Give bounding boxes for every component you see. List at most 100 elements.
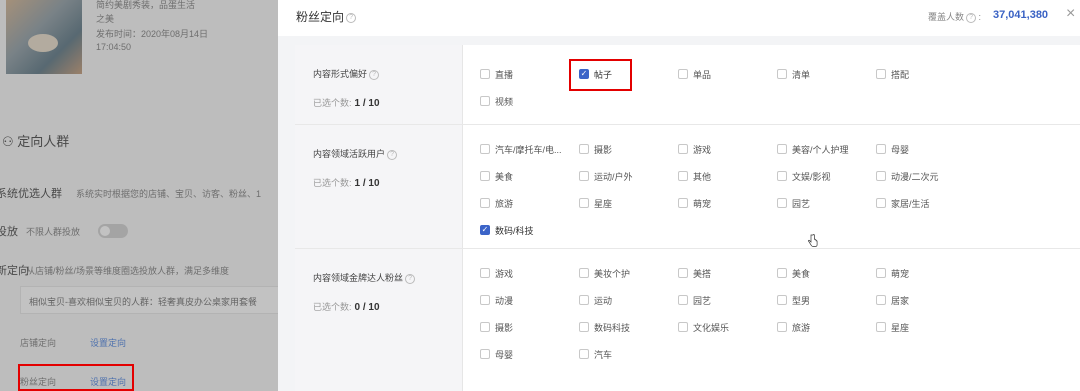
option-pets[interactable]: 萌宠	[678, 197, 711, 209]
option-entertainment[interactable]: 文娱/影视	[777, 170, 831, 182]
checkbox[interactable]	[876, 144, 886, 154]
option-gardening[interactable]: 园艺	[777, 197, 810, 209]
option-digital-tech[interactable]: 数码科技	[579, 321, 630, 333]
drawer-title: 粉丝定向?	[296, 8, 357, 25]
help-icon[interactable]: ?	[369, 69, 380, 80]
help-icon[interactable]: ?	[405, 273, 416, 284]
checkbox[interactable]	[579, 144, 589, 154]
option-anime[interactable]: 动漫/二次元	[876, 170, 939, 182]
checkbox[interactable]	[480, 144, 490, 154]
section-label: 内容形式偏好?	[313, 67, 380, 80]
option-beauty-care[interactable]: 美容/个人护理	[777, 143, 849, 155]
targeting-panel: 内容形式偏好? 已选个数:1 / 10 直播 帖子 单品 清单 搭配 视频 内容…	[295, 45, 1080, 391]
option-constellation[interactable]: 星座	[876, 321, 909, 333]
option-food[interactable]: 美食	[777, 267, 810, 279]
section-side: 内容领域活跃用户? 已选个数: 1 / 10	[295, 125, 463, 248]
checkbox[interactable]	[777, 198, 787, 208]
checkbox[interactable]	[876, 268, 886, 278]
checkbox[interactable]	[480, 171, 490, 181]
checkbox[interactable]	[678, 198, 688, 208]
highlight-fan-targeting	[18, 364, 134, 391]
checkbox[interactable]	[480, 322, 490, 332]
option-sports-outdoor[interactable]: 运动/户外	[579, 170, 633, 182]
checkbox[interactable]	[678, 171, 688, 181]
checkbox[interactable]	[678, 322, 688, 332]
option-live[interactable]: 直播	[480, 68, 513, 80]
checkbox[interactable]	[480, 69, 490, 79]
section-label: 内容领域活跃用户?	[313, 147, 398, 160]
checkbox[interactable]	[480, 198, 490, 208]
section-active-users: 内容领域活跃用户? 已选个数: 1 / 10 汽车/摩托车/电... 摄影 游戏 …	[295, 125, 1080, 249]
drawer-header: 粉丝定向? 覆盖人数? : 37,041,380 ×	[278, 0, 1080, 36]
checkbox[interactable]	[876, 69, 886, 79]
checkbox[interactable]	[480, 295, 490, 305]
option-constellation[interactable]: 星座	[579, 197, 612, 209]
checkbox[interactable]	[480, 225, 490, 235]
selected-count: 已选个数: 1 / 10	[313, 98, 380, 109]
option-mother-baby[interactable]: 母婴	[876, 143, 909, 155]
section-side: 内容形式偏好? 已选个数: 1 / 10	[295, 45, 463, 124]
checkbox[interactable]	[480, 268, 490, 278]
selected-count: 已选个数: 1 / 10	[313, 178, 380, 189]
checkbox[interactable]	[876, 171, 886, 181]
checkbox[interactable]	[579, 295, 589, 305]
option-games[interactable]: 游戏	[678, 143, 711, 155]
option-auto[interactable]: 汽车/摩托车/电...	[480, 143, 562, 155]
audience-value: 37,041,380	[993, 9, 1049, 21]
checkbox[interactable]	[777, 69, 787, 79]
checkbox[interactable]	[480, 349, 490, 359]
option-auto[interactable]: 汽车	[579, 348, 612, 360]
option-menswear[interactable]: 型男	[777, 294, 810, 306]
checkbox[interactable]	[480, 96, 490, 106]
help-icon[interactable]: ?	[966, 12, 977, 23]
checkbox[interactable]	[579, 322, 589, 332]
section-label: 内容领域金牌达人粉丝?	[313, 271, 416, 284]
checkbox[interactable]	[777, 295, 787, 305]
option-travel[interactable]: 旅游	[480, 197, 513, 209]
checkbox[interactable]	[777, 171, 787, 181]
checkbox[interactable]	[876, 322, 886, 332]
option-other[interactable]: 其他	[678, 170, 711, 182]
checkbox[interactable]	[777, 322, 787, 332]
option-home-life[interactable]: 家居/生活	[876, 197, 930, 209]
option-beauty[interactable]: 美妆个护	[579, 267, 630, 279]
option-food[interactable]: 美食	[480, 170, 513, 182]
modal-overlay[interactable]	[0, 0, 280, 391]
option-travel[interactable]: 旅游	[777, 321, 810, 333]
option-culture-entertainment[interactable]: 文化娱乐	[678, 321, 729, 333]
option-digital-tech[interactable]: 数码/科技	[480, 224, 534, 236]
option-single-item[interactable]: 单品	[678, 68, 711, 80]
section-content-format: 内容形式偏好? 已选个数:1 / 10 直播 帖子 单品 清单 搭配 视频	[295, 45, 1080, 125]
option-photography[interactable]: 摄影	[579, 143, 612, 155]
checkbox[interactable]	[678, 295, 688, 305]
option-outfit[interactable]: 搭配	[876, 68, 909, 80]
option-video[interactable]: 视频	[480, 95, 513, 107]
checkbox[interactable]	[579, 349, 589, 359]
checkbox[interactable]	[876, 198, 886, 208]
checkbox[interactable]	[678, 144, 688, 154]
option-list[interactable]: 清单	[777, 68, 810, 80]
help-icon[interactable]: ?	[346, 12, 357, 23]
checkbox[interactable]	[579, 171, 589, 181]
checkbox[interactable]	[678, 69, 688, 79]
section-side: 内容领域金牌达人粉丝? 已选个数: 0 / 10	[295, 249, 463, 391]
option-fashion[interactable]: 美搭	[678, 267, 711, 279]
close-icon[interactable]: ×	[1066, 5, 1075, 23]
help-icon[interactable]: ?	[387, 149, 398, 160]
option-pets[interactable]: 萌宠	[876, 267, 909, 279]
checkbox[interactable]	[876, 295, 886, 305]
checkbox[interactable]	[579, 198, 589, 208]
option-home[interactable]: 居家	[876, 294, 909, 306]
highlight-post-option	[569, 59, 632, 91]
checkbox[interactable]	[678, 268, 688, 278]
option-anime[interactable]: 动漫	[480, 294, 513, 306]
option-gardening[interactable]: 园艺	[678, 294, 711, 306]
audience-label: 覆盖人数? :	[928, 12, 982, 23]
option-mother-baby[interactable]: 母婴	[480, 348, 513, 360]
option-photography[interactable]: 摄影	[480, 321, 513, 333]
checkbox[interactable]	[777, 268, 787, 278]
checkbox[interactable]	[777, 144, 787, 154]
checkbox[interactable]	[579, 268, 589, 278]
option-games[interactable]: 游戏	[480, 267, 513, 279]
option-sports[interactable]: 运动	[579, 294, 612, 306]
